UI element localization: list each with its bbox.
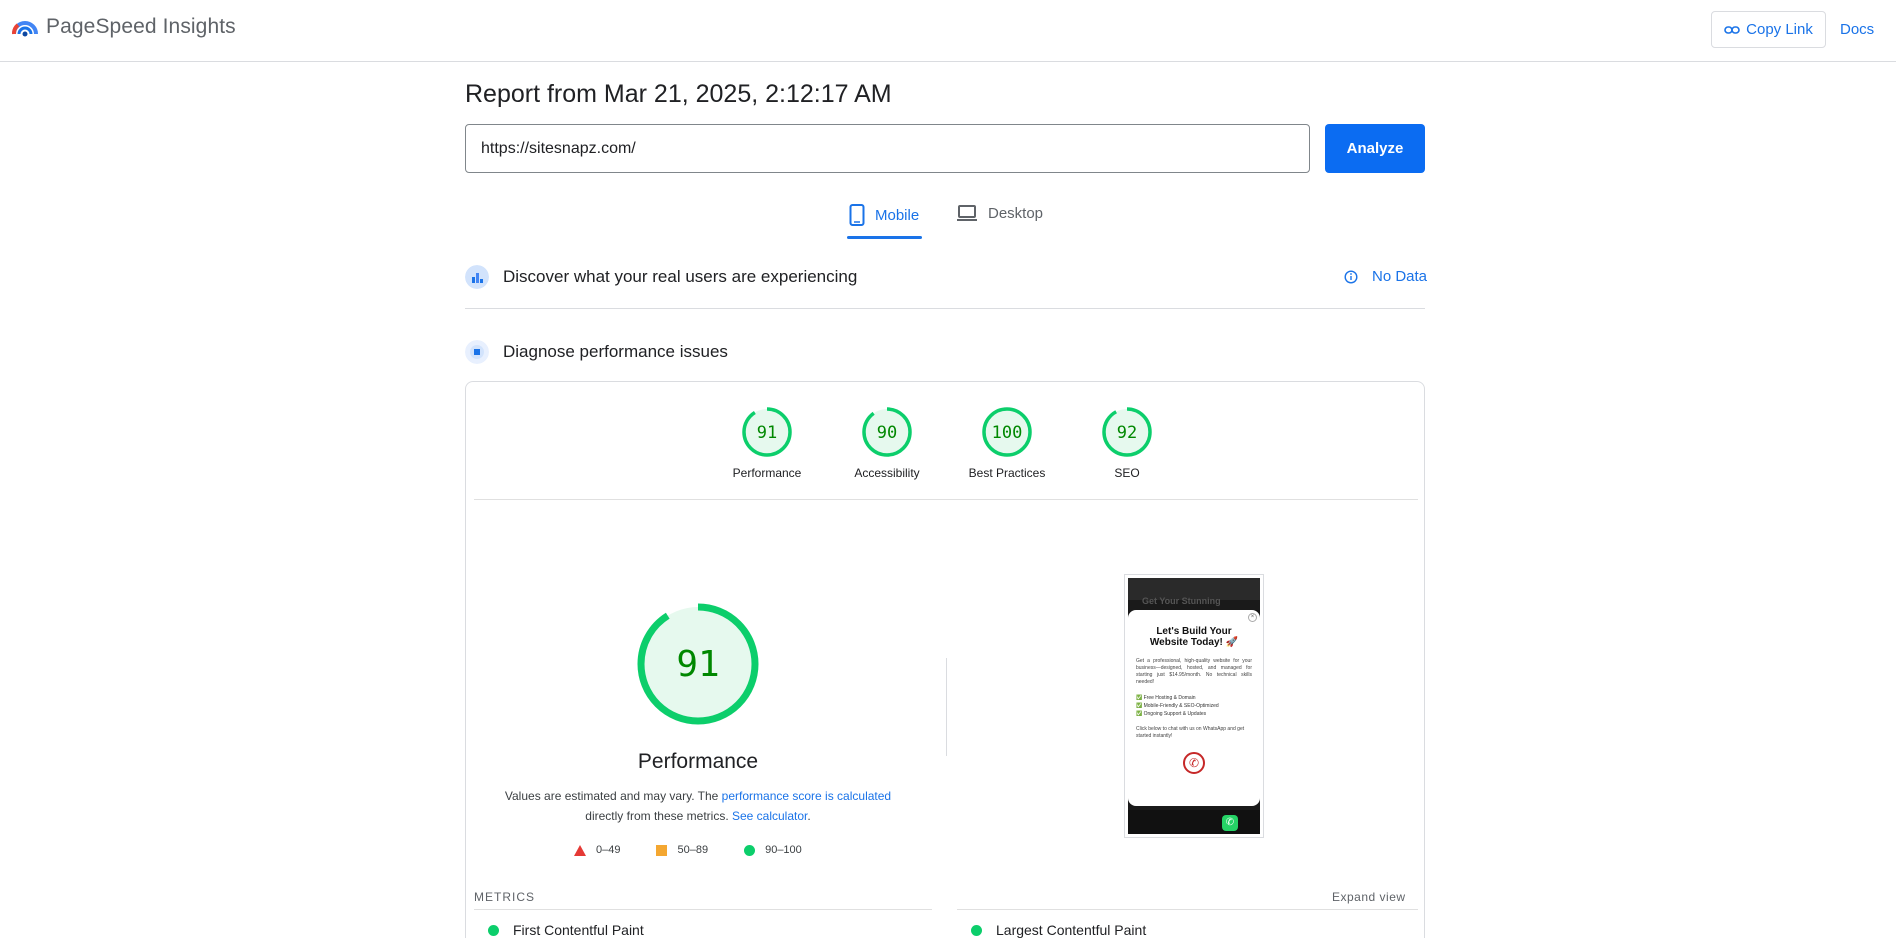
performance-note: Values are estimated and may vary. The p… <box>504 789 892 823</box>
app-name: PageSpeed Insights <box>46 15 236 38</box>
info-icon <box>1344 269 1358 284</box>
no-data-label: No Data <box>1372 268 1428 285</box>
gauges-divider <box>474 499 1418 500</box>
score-gauge-best-practices[interactable]: 100 Best Practices <box>952 406 1062 480</box>
score-calculation-link[interactable]: performance score is calculated <box>722 789 891 803</box>
lab-data-title: Diagnose performance issues <box>503 342 728 361</box>
field-data-header: Discover what your real users are experi… <box>465 265 857 289</box>
analyze-button[interactable]: Analyze <box>1325 124 1425 173</box>
gauge-ring-icon: 92 <box>1102 407 1152 457</box>
tab-mobile-label: Mobile <box>875 206 920 224</box>
url-input[interactable] <box>465 124 1310 173</box>
modal-text: Get a professional, high-quality website… <box>1136 658 1252 685</box>
score-label: SEO <box>1114 466 1140 480</box>
pass-circle-icon <box>488 924 499 936</box>
final-screenshot[interactable]: Get Your Stunning × Let's Build Your Web… <box>1124 574 1264 838</box>
score-value: 90 <box>877 423 897 443</box>
lab-data-header: Diagnose performance issues <box>465 340 728 364</box>
metrics-label: METRICS <box>474 890 535 904</box>
tab-desktop-label: Desktop <box>988 204 1044 222</box>
legend-item-pass: 90–100 <box>744 844 802 856</box>
pagespeed-logo-icon <box>12 21 38 37</box>
metrics-divider <box>957 909 1418 910</box>
copy-link-button[interactable]: Copy Link <box>1711 11 1826 48</box>
score-label: Performance <box>732 466 802 480</box>
link-icon <box>1724 25 1740 34</box>
gauge-ring-icon: 91 <box>742 407 792 457</box>
performance-gauge-large: 91 <box>637 603 759 725</box>
active-tab-indicator <box>847 236 922 239</box>
performance-title: Performance <box>637 750 759 773</box>
docs-link[interactable]: Docs <box>1840 21 1874 38</box>
metrics-divider <box>474 909 932 910</box>
whatsapp-icon: ✆ <box>1183 752 1205 774</box>
smartphone-icon <box>849 204 865 226</box>
pass-circle-icon <box>744 844 756 856</box>
laptop-icon <box>957 205 977 221</box>
legend-item-average: 50–89 <box>656 844 708 856</box>
modal-list: ✅ Free Hosting & Domain ✅ Mobile-Friendl… <box>1136 695 1219 717</box>
score-gauge-performance[interactable]: 91 Performance <box>712 406 822 480</box>
legend-item-fail: 0–49 <box>574 844 620 856</box>
score-gauge-seo[interactable]: 92 SEO <box>1072 406 1182 480</box>
metric-fcp: First Contentful Paint <box>488 922 644 938</box>
tab-mobile[interactable]: Mobile <box>849 204 919 226</box>
lab-report-card: 91 Performance 90 Accessibility 100 Best… <box>465 381 1425 938</box>
pass-circle-icon <box>971 924 982 936</box>
score-legend: 0–49 50–89 90–100 <box>574 844 802 856</box>
score-label: Accessibility <box>854 466 920 480</box>
score-value: 100 <box>992 423 1023 443</box>
score-label: Best Practices <box>968 466 1046 480</box>
screenshot-headline: Get Your Stunning <box>1142 596 1221 606</box>
modal-cta: Click below to chat with us on WhatsApp … <box>1136 726 1245 739</box>
users-chart-icon <box>465 265 489 289</box>
screenshot-bottom-bar <box>1128 810 1260 834</box>
no-data-status[interactable]: No Data <box>1344 268 1427 285</box>
average-square-icon <box>656 844 668 856</box>
score-value: 91 <box>757 423 777 443</box>
field-data-title: Discover what your real users are experi… <box>503 267 858 286</box>
brand[interactable]: PageSpeed Insights <box>12 14 236 40</box>
whatsapp-button-icon: ✆ <box>1222 815 1238 831</box>
screenshot-screen: Get Your Stunning × Let's Build Your Web… <box>1128 578 1260 834</box>
gauge-ring-icon: 90 <box>862 407 912 457</box>
section-divider <box>465 308 1425 309</box>
metric-lcp: Largest Contentful Paint <box>971 922 1146 938</box>
gauge-ring-icon: 100 <box>982 407 1032 457</box>
score-value: 92 <box>1117 423 1137 443</box>
copy-link-label: Copy Link <box>1746 21 1813 38</box>
screenshot-modal: × Let's Build Your Website Today! 🚀 Get … <box>1128 610 1260 806</box>
vertical-divider <box>946 658 947 756</box>
report-title: Report from Mar 21, 2025, 2:12:17 AM <box>465 80 892 108</box>
close-icon: × <box>1248 613 1257 622</box>
tab-desktop[interactable]: Desktop <box>956 204 1043 222</box>
top-bar: PageSpeed Insights Copy Link Docs <box>0 0 1896 62</box>
see-calculator-link[interactable]: See calculator <box>732 809 807 823</box>
performance-score-value: 91 <box>676 644 719 685</box>
score-gauge-accessibility[interactable]: 90 Accessibility <box>832 406 942 480</box>
fail-triangle-icon <box>574 844 586 856</box>
modal-title: Let's Build Your Website Today! 🚀 <box>1149 626 1239 648</box>
expand-view-button[interactable]: Expand view <box>1332 890 1406 904</box>
diagnose-icon <box>465 340 489 364</box>
